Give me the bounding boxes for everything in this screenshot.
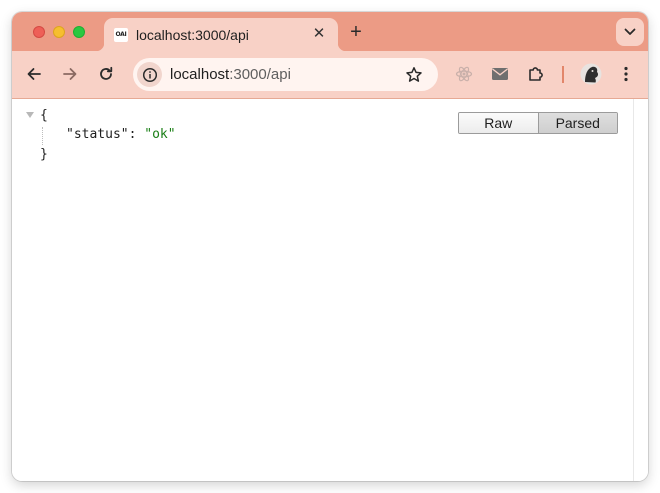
react-devtools-button[interactable]: [453, 63, 475, 85]
puzzle-extensions-icon: [529, 67, 543, 81]
forward-button[interactable]: [59, 63, 81, 85]
indent-guide: [42, 127, 43, 145]
toolbar: localhost:3000/api: [12, 51, 648, 99]
react-devtools-icon: [455, 66, 473, 82]
mail-icon: [492, 68, 508, 80]
extensions-button[interactable]: [525, 63, 547, 85]
mail-extension-button[interactable]: [489, 63, 511, 85]
tab-active[interactable]: OAI localhost:3000/api ✕: [96, 18, 346, 51]
browser-menu-button[interactable]: [615, 63, 637, 85]
window-minimize-button[interactable]: [53, 26, 65, 38]
url-path: :3000/api: [229, 66, 291, 83]
favicon-text: OAI: [115, 31, 127, 38]
bookmark-button[interactable]: [403, 64, 425, 86]
window-maximize-button[interactable]: [73, 26, 85, 38]
view-mode-toggle: Raw Parsed: [458, 112, 618, 134]
arrow-right-icon: [63, 68, 77, 80]
tab-search-button[interactable]: [616, 18, 644, 46]
toolbar-separator: [562, 66, 564, 83]
json-entry: "status": "ok": [66, 127, 176, 142]
json-separator: :: [128, 127, 145, 142]
new-tab-button[interactable]: +: [346, 22, 366, 42]
info-icon: [142, 67, 157, 82]
tab-close-icon[interactable]: ✕: [310, 25, 328, 43]
raw-button[interactable]: Raw: [459, 113, 539, 133]
tab-strip: OAI localhost:3000/api ✕ +: [12, 12, 648, 51]
address-bar[interactable]: localhost:3000/api: [133, 58, 438, 91]
chevron-down-icon: [624, 28, 636, 35]
reload-button[interactable]: [95, 63, 117, 85]
json-close-brace: }: [40, 147, 48, 162]
tab-title: localhost:3000/api: [136, 27, 249, 43]
json-value: "ok": [144, 127, 176, 142]
collapse-toggle-icon[interactable]: [26, 112, 34, 118]
browser-window: OAI localhost:3000/api ✕ + localhost:300…: [12, 12, 648, 481]
json-open-brace: {: [40, 108, 48, 123]
scrollbar[interactable]: [633, 99, 648, 481]
reload-icon: [100, 66, 113, 80]
kebab-menu-icon: [624, 66, 628, 82]
avatar: [580, 63, 602, 85]
favicon-icon: OAI: [114, 28, 128, 42]
parsed-button[interactable]: Parsed: [538, 113, 617, 133]
site-info-button[interactable]: [137, 62, 162, 87]
profile-avatar[interactable]: [578, 61, 604, 87]
page-content: { "status": "ok" } Raw Parsed: [12, 99, 648, 481]
star-icon: [406, 67, 422, 82]
window-close-button[interactable]: [33, 26, 45, 38]
url-text: localhost:3000/api: [170, 66, 291, 83]
json-key: "status": [66, 127, 129, 142]
back-button[interactable]: [23, 63, 45, 85]
url-host: localhost: [170, 66, 230, 83]
arrow-left-icon: [27, 68, 41, 80]
